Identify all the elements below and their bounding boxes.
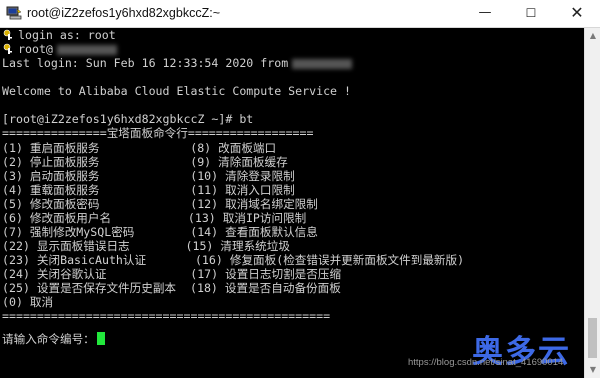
menu-row: (25) 设置是否保存文件历史副本 (18) 设置是否自动备份面板 xyxy=(2,281,341,295)
scroll-down-arrow-icon[interactable]: ▼ xyxy=(585,362,600,378)
watermark-url: https://blog.csdn.net/sinat_41690014 xyxy=(408,357,564,368)
input-prompt-text: 请输入命令编号： xyxy=(2,332,95,346)
putty-window: root@iZ2zefos1y6hxd82xgbkccZ:~ — ☐ ✕ log… xyxy=(0,0,600,378)
last-login-text: Last login: Sun Feb 16 12:33:54 2020 fro… xyxy=(2,56,289,70)
redacted-ip xyxy=(292,58,353,69)
menu-row: (6) 修改面板用户名 (13) 取消IP访问限制 xyxy=(2,211,307,225)
maximize-button[interactable]: ☐ xyxy=(508,0,554,28)
menu-row: (22) 显示面板错误日志 (15) 清理系统垃圾 xyxy=(2,239,290,253)
scrollbar-thumb[interactable] xyxy=(588,318,597,358)
menu-row: (2) 停止面板服务 (9) 清除面板缓存 xyxy=(2,155,288,169)
key-icon xyxy=(3,43,12,54)
text-cursor xyxy=(96,332,105,345)
menu-row: (4) 重载面板服务 (11) 取消入口限制 xyxy=(2,183,295,197)
shell-prompt-line: [root@iZ2zefos1y6hxd82xgbkccZ ~]# bt xyxy=(2,112,254,126)
scroll-up-arrow-icon[interactable]: ▲ xyxy=(585,28,600,44)
menu-row: (23) 关闭BasicAuth认证 (16) 修复面板(检查错误并更新面板文件… xyxy=(2,253,465,267)
menu-row: (1) 重启面板服务 (8) 改面板端口 xyxy=(2,141,277,155)
last-login-line: Last login: Sun Feb 16 12:33:54 2020 fro… xyxy=(2,56,353,70)
menu-row: (7) 强制修改MySQL密码 (14) 查看面板默认信息 xyxy=(2,225,318,239)
menu-header: ===============宝塔面板命令行================== xyxy=(2,126,314,140)
menu-row: (3) 启动面板服务 (10) 清除登录限制 xyxy=(2,169,295,183)
menu-row: (5) 修改面板密码 (12) 取消域名绑定限制 xyxy=(2,197,318,211)
menu-footer: ========================================… xyxy=(2,309,331,323)
menu-row: (0) 取消 xyxy=(2,295,54,309)
close-button[interactable]: ✕ xyxy=(554,0,600,28)
welcome-line: Welcome to Alibaba Cloud Elastic Compute… xyxy=(2,84,352,98)
login-as-line: login as: root xyxy=(18,28,116,42)
key-icon xyxy=(3,29,12,40)
user-line: root@ xyxy=(18,42,117,56)
putty-app-icon xyxy=(6,6,22,20)
title-bar[interactable]: root@iZ2zefos1y6hxd82xgbkccZ:~ — ☐ ✕ xyxy=(0,0,600,28)
menu-row: (24) 关闭谷歌认证 (17) 设置日志切割是否压缩 xyxy=(2,267,342,281)
minimize-button[interactable]: — xyxy=(462,0,508,28)
user-prefix: root@ xyxy=(18,42,53,56)
vertical-scrollbar[interactable]: ▲ ▼ xyxy=(584,28,600,378)
redacted-host xyxy=(56,44,117,55)
window-title: root@iZ2zefos1y6hxd82xgbkccZ:~ xyxy=(27,6,220,20)
input-prompt-line[interactable]: 请输入命令编号： xyxy=(2,332,105,346)
